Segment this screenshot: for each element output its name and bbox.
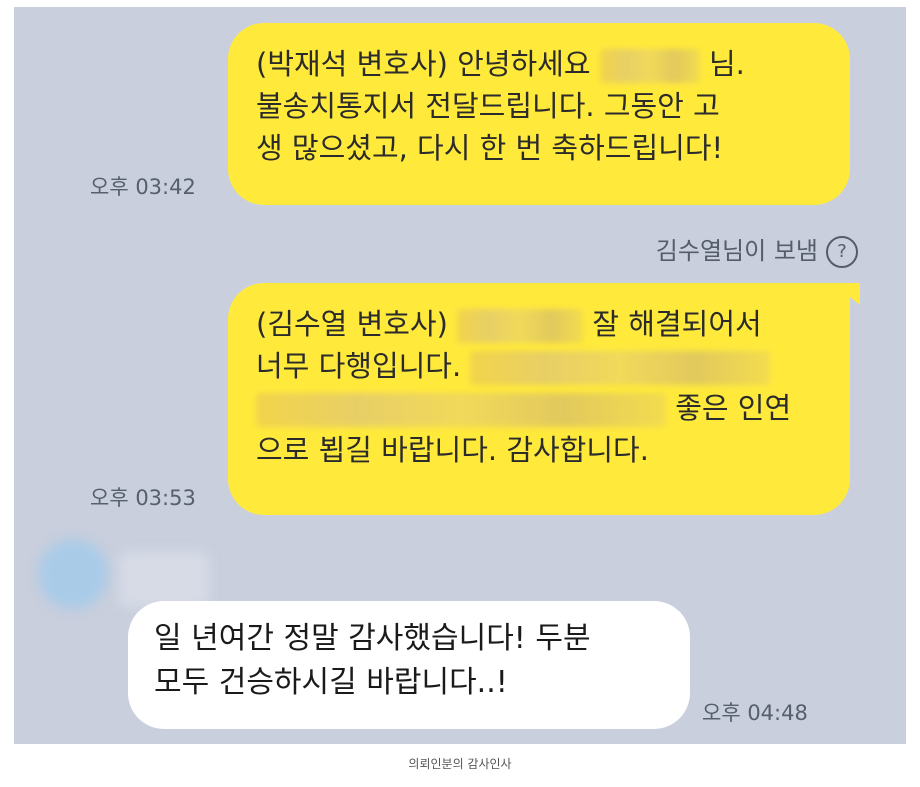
message-line: (박재석 변호사) 안녕하세요 님. [256,47,745,83]
message-line: 으로 뵙길 바랍니다. 감사합니다. [256,433,649,467]
message-time: 오후 03:42 [90,175,196,199]
message-line: (김수열 변호사) 잘 해결되어서 [256,307,762,343]
message-line: 모두 건승하시길 바랍니다..! [154,665,508,700]
message-line: 생 많으셨고, 다시 한 번 축하드립니다! [256,131,724,165]
redacted-text [256,393,666,427]
message-line: 좋은 인연 [256,387,824,429]
help-icon[interactable]: ? [826,236,858,268]
message-line: 불송치통지서 전달드립니다. 그동안 고 [256,89,720,123]
redacted-name [599,49,700,83]
received-message-bubble[interactable]: 일 년여간 정말 감사했습니다! 두분 모두 건승하시길 바랍니다..! [128,601,690,729]
redacted-text [457,309,584,343]
chat-area: 오후 03:42 (박재석 변호사) 안녕하세요 님. 불송치통지서 전달드립니… [14,7,906,744]
message-time: 오후 04:48 [702,701,808,725]
redacted-sender-name [119,552,209,607]
image-caption: 의뢰인분의 감사인사 [408,757,512,771]
sent-message-bubble[interactable]: (김수열 변호사) 잘 해결되어서 너무 다행입니다. 좋은 인연 으로 뵙길 … [228,283,850,515]
avatar[interactable] [38,539,108,609]
bubble-tail [832,283,860,305]
sender-note: 김수열님이 보냄? [656,231,858,268]
message-line: 일 년여간 정말 감사했습니다! 두분 [154,621,591,656]
redacted-text [470,351,771,385]
message-time: 오후 03:53 [90,486,196,510]
message-line: 너무 다행입니다. [256,345,824,387]
sent-message-bubble[interactable]: (박재석 변호사) 안녕하세요 님. 불송치통지서 전달드립니다. 그동안 고 … [228,23,850,205]
